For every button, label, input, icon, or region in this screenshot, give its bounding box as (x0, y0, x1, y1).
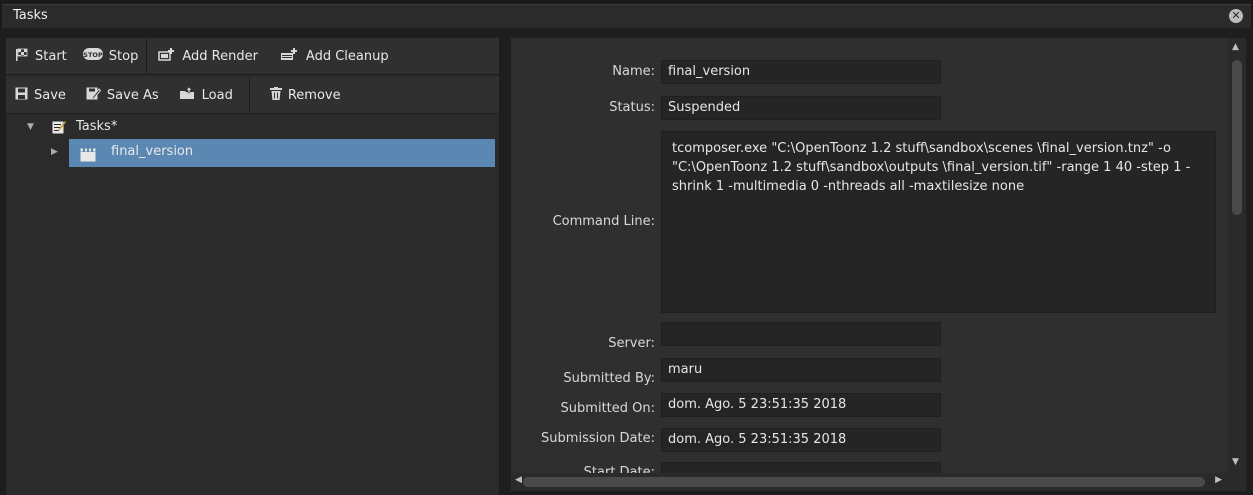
submitted-by-label: Submitted By: (563, 371, 655, 386)
start-button[interactable]: Start (6, 38, 75, 74)
load-label: Load (201, 87, 233, 103)
submitted-on-label: Submitted On: (560, 401, 655, 416)
save-as-button[interactable]: Save As (74, 77, 167, 113)
save-label: Save (34, 87, 66, 103)
scroll-right-icon[interactable]: ▶ (1215, 475, 1222, 485)
vertical-scroll-thumb[interactable] (1232, 60, 1242, 215)
name-field[interactable]: final_version (661, 60, 941, 84)
status-field[interactable]: Suspended (661, 96, 941, 120)
server-field[interactable] (661, 322, 941, 346)
horizontal-scroll-thumb[interactable] (523, 477, 1205, 487)
command-line-field[interactable]: tcomposer.exe "C:\OpenToonz 1.2 stuff\sa… (661, 131, 1216, 313)
tree-root[interactable]: ▼ Tasks* (6, 116, 499, 138)
task-toolbar-bottom: Save Save As Load Remove (6, 76, 499, 114)
start-date-field[interactable] (661, 462, 941, 473)
horizontal-scrollbar[interactable]: ◀ ▶ (511, 473, 1228, 491)
tree-item[interactable]: ▶ final_version (6, 138, 499, 166)
submission-date-field[interactable]: dom. Ago. 5 23:51:35 2018 (661, 428, 941, 452)
svg-text:STOP: STOP (83, 51, 103, 59)
add-render-icon (158, 47, 176, 65)
stop-button[interactable]: STOP Stop (75, 38, 147, 74)
panel-splitter[interactable] (499, 38, 511, 495)
scroll-left-icon[interactable]: ◀ (515, 475, 522, 485)
save-button[interactable]: Save (6, 77, 74, 113)
stop-icon: STOP (82, 48, 103, 64)
load-icon (179, 86, 196, 104)
clapperboard-icon (80, 145, 96, 162)
remove-button[interactable]: Remove (250, 77, 349, 113)
add-cleanup-button[interactable]: Add Cleanup (266, 38, 397, 74)
close-icon[interactable]: ✕ (1229, 9, 1243, 23)
title-bar: Tasks ✕ (0, 0, 1253, 28)
tree-item-label: final_version (111, 144, 194, 159)
scroll-down-icon[interactable]: ▼ (1232, 457, 1239, 467)
task-tree: ▼ Tasks* ▶ final_version (6, 116, 499, 166)
add-render-label: Add Render (182, 48, 258, 64)
tree-root-label: Tasks* (76, 119, 118, 134)
submitted-on-field[interactable]: dom. Ago. 5 23:51:35 2018 (661, 393, 941, 417)
chevron-down-icon[interactable]: ▼ (27, 116, 34, 138)
window-title: Tasks (2, 4, 1251, 28)
chevron-right-icon[interactable]: ▶ (51, 138, 58, 166)
command-line-label: Command Line: (552, 214, 655, 229)
add-cleanup-icon (280, 47, 300, 65)
vertical-scrollbar[interactable]: ▲ ▼ (1228, 38, 1246, 473)
stop-label: Stop (108, 48, 139, 64)
task-toolbar-top: Start STOP Stop Add Render Add Cleanup (6, 37, 499, 75)
save-as-label: Save As (106, 87, 159, 103)
start-label: Start (35, 48, 67, 64)
scroll-corner (1228, 473, 1246, 491)
trash-icon (269, 86, 282, 104)
scroll-up-icon[interactable]: ▲ (1232, 42, 1239, 52)
add-render-button[interactable]: Add Render (147, 38, 266, 74)
submission-date-label: Submission Date: (541, 431, 655, 446)
save-as-icon (86, 87, 102, 104)
submitted-by-field[interactable]: maru (661, 358, 941, 382)
task-list-icon (52, 120, 66, 134)
save-icon (15, 87, 28, 104)
name-label: Name: (612, 64, 655, 79)
remove-label: Remove (287, 87, 341, 103)
status-label: Status: (609, 100, 655, 115)
add-cleanup-label: Add Cleanup (305, 48, 389, 64)
server-label: Server: (608, 336, 655, 351)
flag-icon (15, 48, 29, 65)
start-date-label: Start Date: (583, 465, 655, 473)
load-button[interactable]: Load (167, 77, 241, 113)
